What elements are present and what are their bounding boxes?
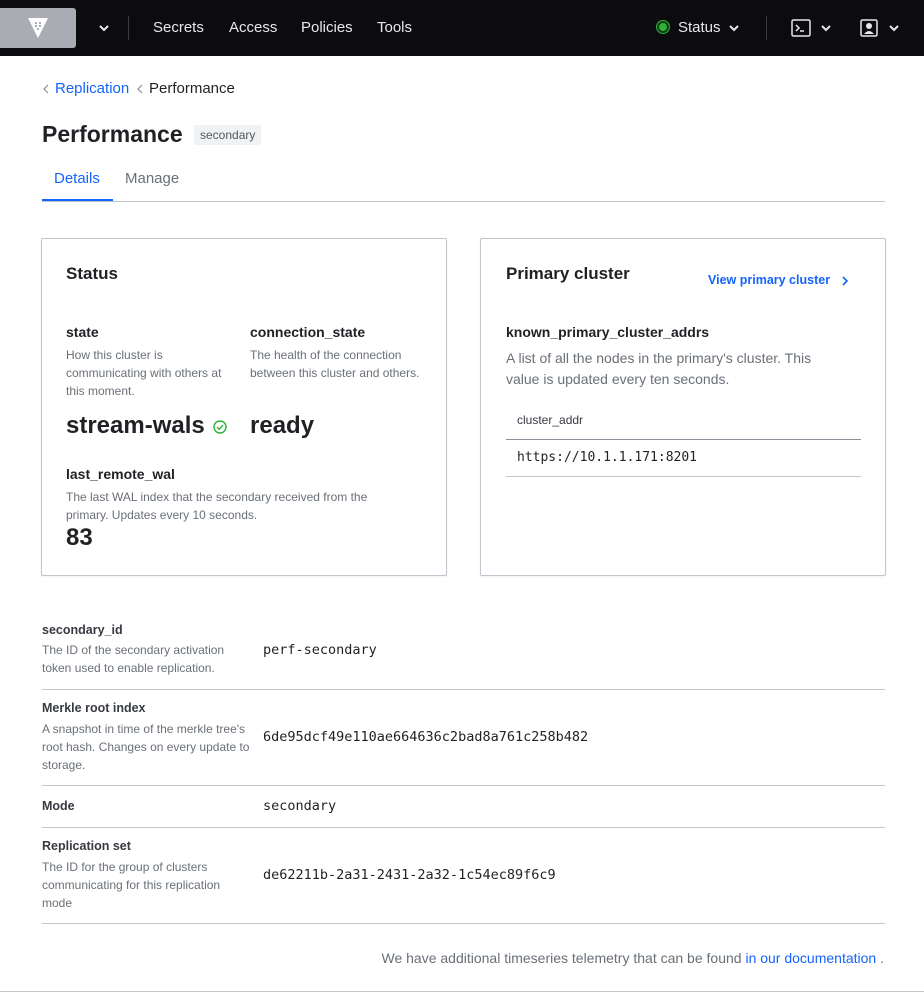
connection-state-label: connection_state	[250, 324, 366, 340]
view-primary-cluster-link[interactable]: View primary cluster	[708, 273, 830, 288]
info-help: A snapshot in time of the merkle tree's …	[42, 722, 250, 772]
page-title: Performance	[42, 121, 183, 147]
last-remote-wal-label: last_remote_wal	[66, 466, 175, 482]
nav-policies[interactable]: Policies	[301, 19, 353, 37]
table-row: https://10.1.1.171:8201	[506, 440, 861, 477]
known-primary-addrs-label: known_primary_cluster_addrs	[506, 324, 710, 340]
chevron-left-icon	[137, 84, 143, 94]
state-value: stream-wals	[66, 412, 205, 439]
check-circle-icon	[213, 420, 227, 434]
footer-text: We have additional timeseries telemetry …	[381, 950, 742, 966]
info-label: Replication set	[42, 839, 131, 853]
connection-state-help: The health of the connection between thi…	[250, 348, 420, 380]
nav-secrets[interactable]: Secrets	[153, 19, 204, 37]
nav-divider	[766, 16, 767, 40]
tab-details[interactable]: Details	[54, 170, 100, 188]
cluster-addr-value: https://10.1.1.171:8201	[517, 450, 698, 465]
info-help: The ID of the secondary activation token…	[42, 643, 225, 675]
last-remote-wal-help: The last WAL index that the secondary re…	[66, 490, 368, 522]
top-nav: Secrets Access Policies Tools Status	[0, 0, 924, 56]
status-card-title: Status	[66, 264, 118, 283]
nav-tools[interactable]: Tools	[377, 19, 412, 37]
user-icon[interactable]	[860, 19, 878, 37]
status-card: Status state How this cluster is communi…	[41, 238, 447, 576]
primary-cluster-card: Primary cluster View primary cluster kno…	[480, 238, 886, 576]
info-label: Mode	[42, 799, 75, 813]
info-label: secondary_id	[42, 623, 123, 637]
info-value: perf-secondary	[263, 642, 377, 658]
state-label: state	[66, 324, 99, 340]
documentation-link[interactable]: in our documentation	[745, 950, 876, 966]
breadcrumb-replication[interactable]: Replication	[55, 80, 129, 98]
cluster-addr-header-label: cluster_addr	[517, 413, 584, 427]
chevron-down-icon[interactable]	[888, 20, 900, 36]
chevron-down-icon[interactable]	[820, 20, 832, 36]
nav-access[interactable]: Access	[229, 19, 277, 37]
info-row-secondary-id: secondary_id The ID of the secondary act…	[42, 612, 885, 690]
nav-divider	[128, 16, 129, 40]
telemetry-footer: We have additional timeseries telemetry …	[382, 949, 885, 967]
terminal-icon[interactable]	[791, 19, 811, 37]
chevron-down-icon[interactable]	[98, 20, 110, 36]
info-value: de62211b-2a31-2431-2a32-1c54ec89f6c9	[263, 867, 556, 883]
tab-manage[interactable]: Manage	[125, 170, 179, 188]
vault-logo-icon	[28, 18, 48, 38]
last-remote-wal-value: 83	[66, 524, 93, 551]
mode-badge: secondary	[194, 125, 262, 145]
breadcrumb-current: Performance	[149, 80, 235, 97]
tabs-divider	[42, 201, 885, 202]
primary-cluster-title: Primary cluster	[506, 264, 630, 283]
info-value: secondary	[263, 798, 337, 814]
cluster-addr-header: cluster_addr	[506, 405, 861, 440]
known-primary-addrs-help: A list of all the nodes in the primary's…	[506, 350, 812, 387]
connection-state-value: ready	[250, 412, 315, 439]
chevron-right-icon[interactable]	[841, 275, 849, 287]
footer-period: .	[880, 950, 884, 966]
state-help: How this cluster is communicating with o…	[66, 348, 222, 398]
chevron-left-icon	[43, 84, 49, 94]
chevron-down-icon[interactable]	[728, 20, 740, 36]
info-row-replication-set: Replication set The ID for the group of …	[42, 828, 885, 924]
info-row-mode: Mode secondary	[42, 786, 885, 828]
info-help: The ID for the group of clusters communi…	[42, 860, 221, 910]
status-menu[interactable]: Status	[678, 19, 721, 37]
info-value: 6de95dcf49e110ae664636c2bad8a761c258b482	[263, 729, 589, 745]
info-row-merkle-root: Merkle root index A snapshot in time of …	[42, 690, 885, 786]
bottom-divider	[0, 991, 924, 992]
status-dot-icon	[657, 21, 669, 33]
vault-logo-button[interactable]	[0, 8, 76, 48]
info-label: Merkle root index	[42, 701, 146, 715]
